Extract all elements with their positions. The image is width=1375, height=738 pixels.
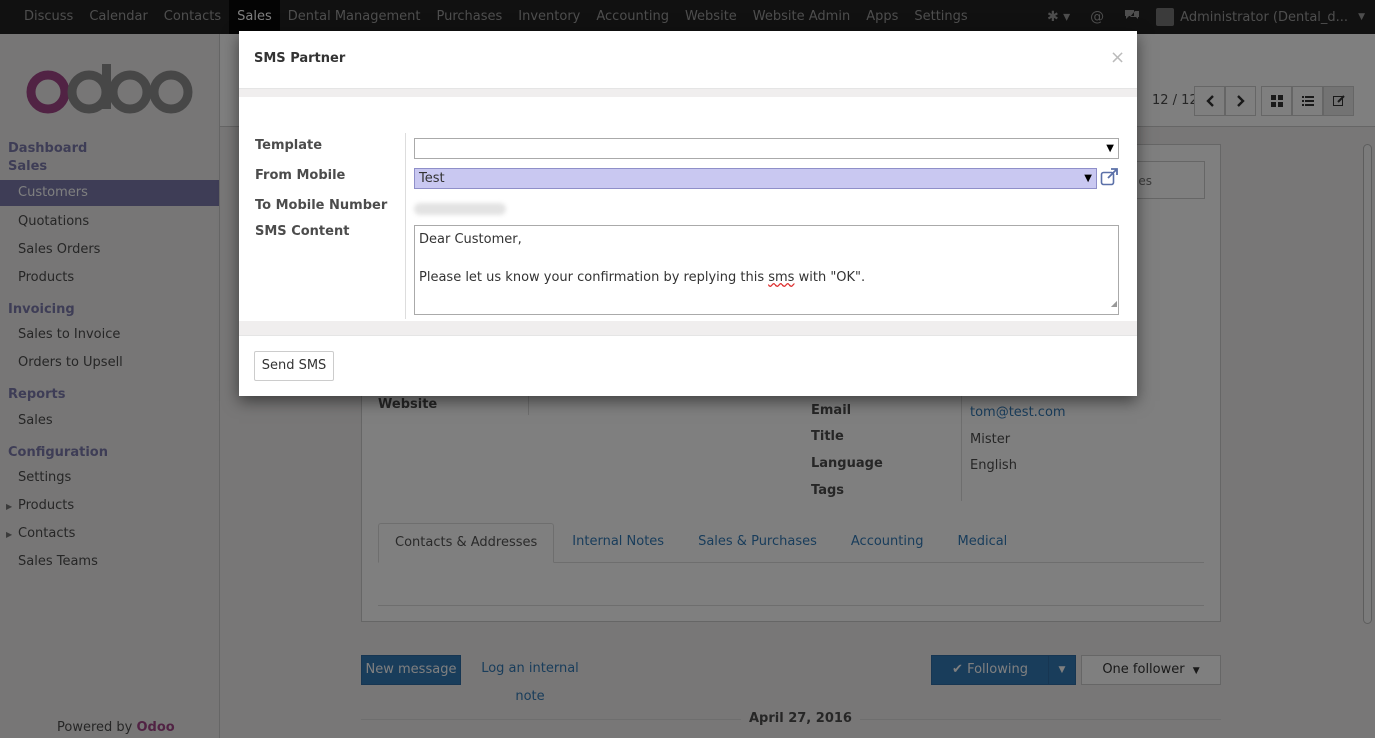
sms-content-line2-before: Please let us know your confirmation by … xyxy=(419,270,769,285)
send-sms-button[interactable]: Send SMS xyxy=(254,351,334,381)
close-icon[interactable]: × xyxy=(1110,47,1125,68)
sms-content-textarea[interactable]: Dear Customer, Please let us know your c… xyxy=(414,225,1119,315)
to-mobile-number-value xyxy=(414,203,506,215)
dialog-title: SMS Partner xyxy=(254,51,346,66)
template-select[interactable]: ▼ xyxy=(414,138,1119,159)
dropdown-arrow-icon: ▼ xyxy=(1084,173,1092,184)
sms-content-label: SMS Content xyxy=(255,224,350,239)
sms-dialog: SMS Partner × Template From Mobile To Mo… xyxy=(239,31,1137,396)
resize-grip-icon[interactable]: ◢ xyxy=(1111,294,1117,313)
from-mobile-label: From Mobile xyxy=(255,168,346,183)
external-link-icon[interactable] xyxy=(1100,168,1120,186)
to-mobile-label: To Mobile Number xyxy=(255,198,388,213)
dropdown-arrow-icon: ▼ xyxy=(1106,143,1114,154)
divider xyxy=(405,133,406,319)
sms-content-misspelled-word: sms xyxy=(768,270,795,285)
dialog-footer-band xyxy=(239,321,1137,336)
dialog-band xyxy=(239,89,1137,97)
dialog-header: SMS Partner × xyxy=(239,31,1137,89)
sms-content-line2-after: with "OK". xyxy=(794,270,866,285)
from-mobile-value: Test xyxy=(419,171,445,186)
template-label: Template xyxy=(255,138,323,153)
from-mobile-select[interactable]: Test ▼ xyxy=(414,168,1097,189)
sms-content-line1: Dear Customer, xyxy=(419,232,522,247)
